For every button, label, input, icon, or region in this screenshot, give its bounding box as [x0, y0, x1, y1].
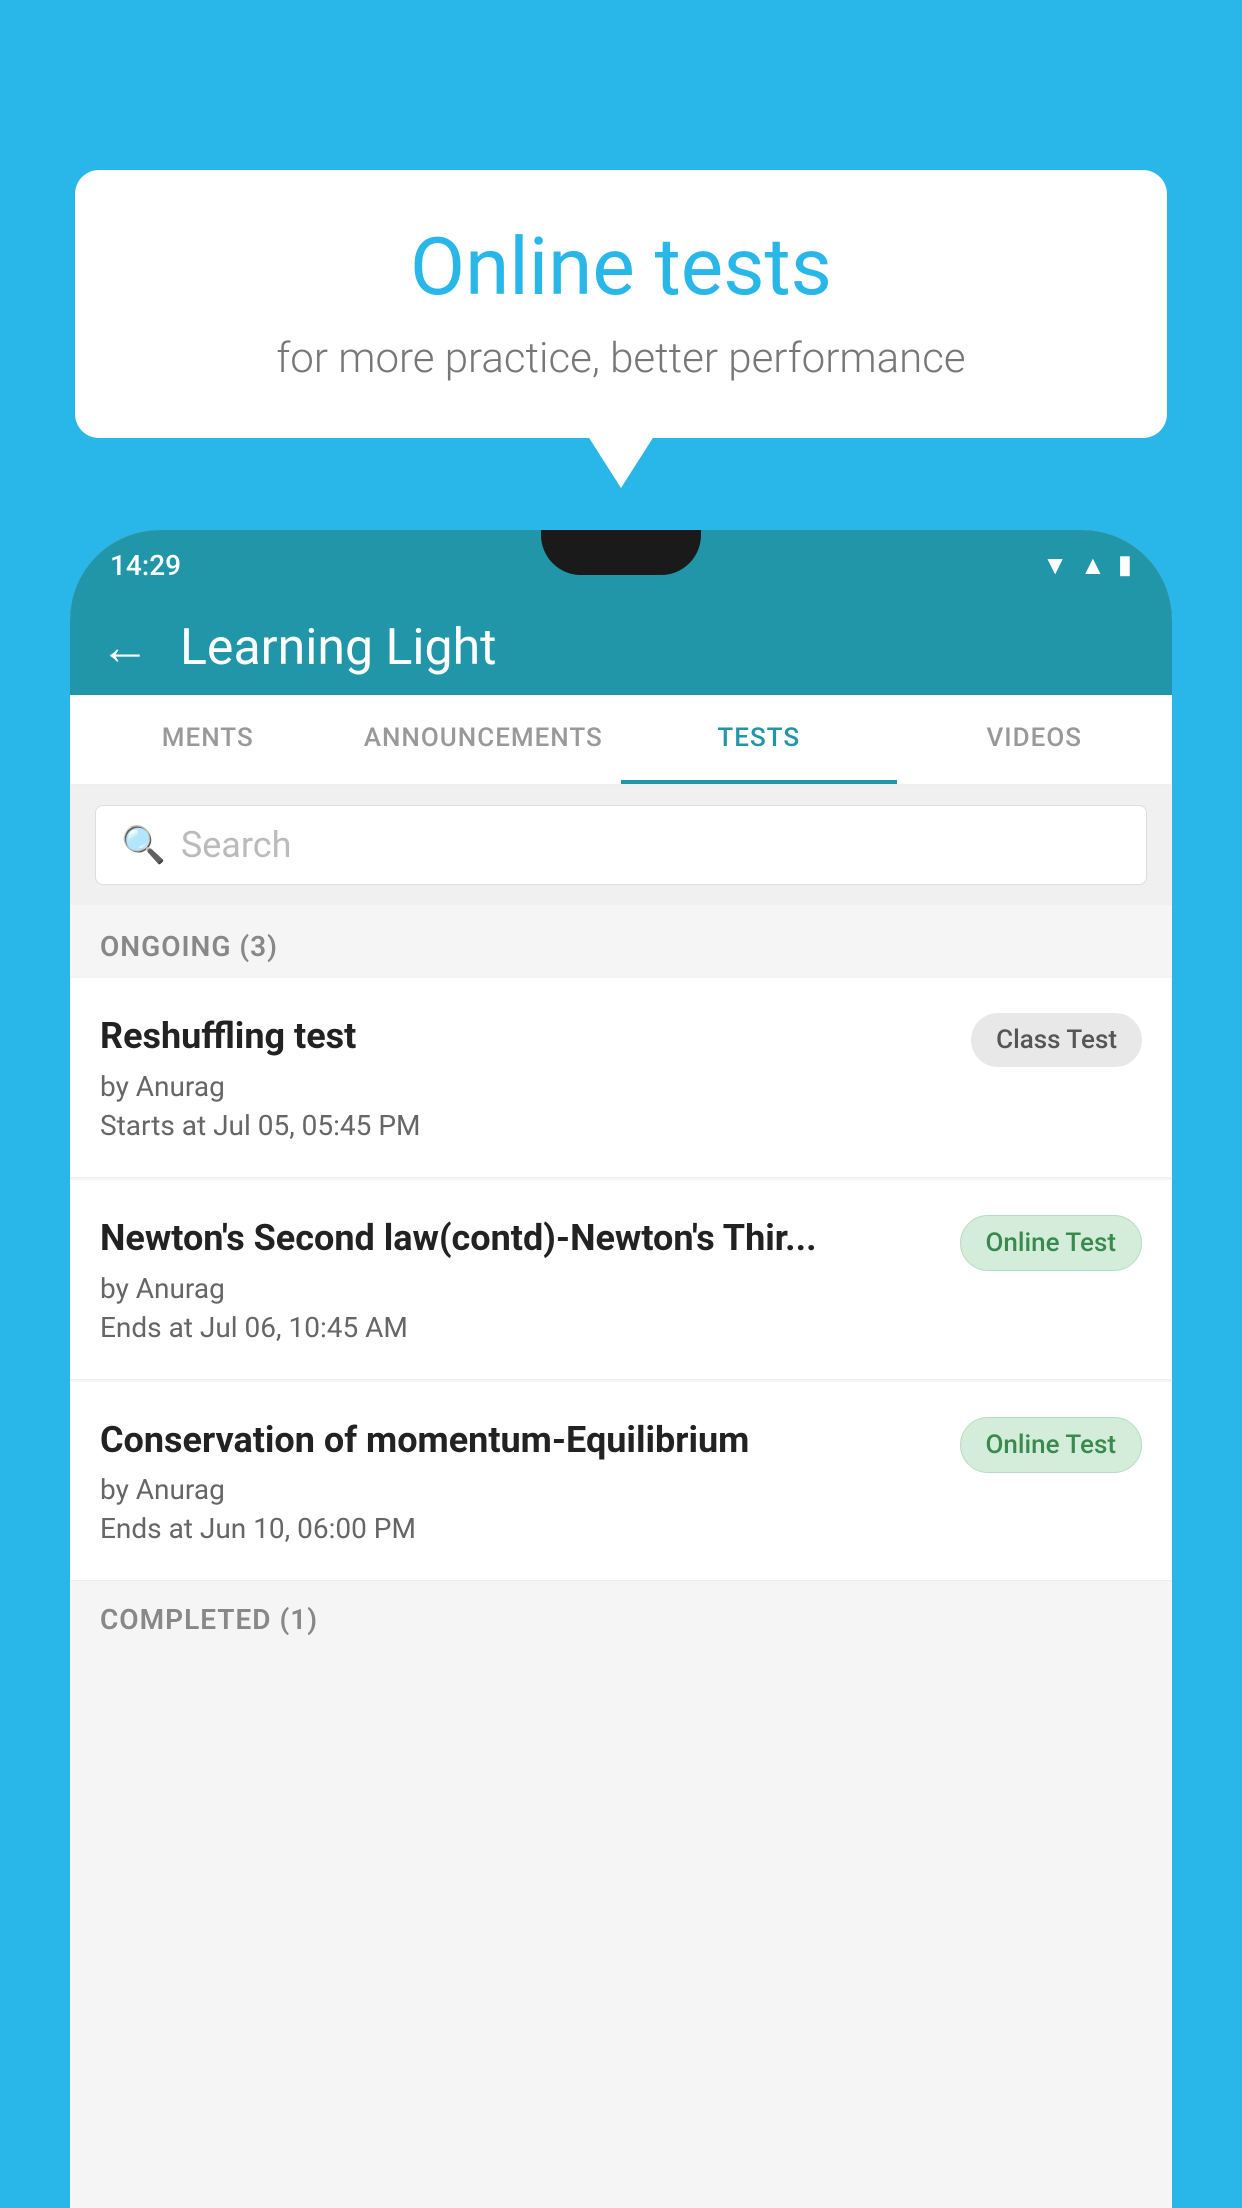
test-date-reshuffling: Starts at Jul 05, 05:45 PM — [100, 1109, 951, 1142]
test-name-reshuffling: Reshuffling test — [100, 1013, 951, 1060]
test-info-reshuffling: Reshuffling test by Anurag Starts at Jul… — [100, 1013, 971, 1142]
test-card-newtons[interactable]: Newton's Second law(contd)-Newton's Thir… — [70, 1180, 1172, 1380]
phone-wrapper: 14:29 ▼ ▲ ▮ ← Learning Light MENTS ANNOU… — [70, 530, 1172, 2208]
test-name-newtons: Newton's Second law(contd)-Newton's Thir… — [100, 1215, 940, 1262]
phone-device: 14:29 ▼ ▲ ▮ ← Learning Light MENTS ANNOU… — [70, 530, 1172, 2208]
test-info-conservation: Conservation of momentum-Equilibrium by … — [100, 1417, 960, 1546]
tab-tests[interactable]: TESTS — [621, 695, 897, 784]
ongoing-section-header: ONGOING (3) — [70, 905, 1172, 978]
status-time: 14:29 — [110, 549, 181, 582]
search-input-wrap[interactable]: 🔍 Search — [95, 805, 1147, 885]
test-date-conservation: Ends at Jun 10, 06:00 PM — [100, 1512, 940, 1545]
phone-screen: 14:29 ▼ ▲ ▮ ← Learning Light MENTS ANNOU… — [70, 530, 1172, 2208]
back-button[interactable]: ← — [100, 618, 150, 677]
app-header: ← Learning Light — [70, 600, 1172, 695]
tab-videos[interactable]: VIDEOS — [897, 695, 1173, 784]
tab-ments[interactable]: MENTS — [70, 695, 346, 784]
completed-label: COMPLETED (1) — [100, 1603, 318, 1636]
tabs-bar: MENTS ANNOUNCEMENTS TESTS VIDEOS — [70, 695, 1172, 785]
badge-class-test: Class Test — [971, 1013, 1142, 1067]
completed-section-header: COMPLETED (1) — [70, 1583, 1172, 1646]
wifi-icon: ▼ — [1042, 550, 1068, 581]
speech-bubble: Online tests for more practice, better p… — [75, 170, 1167, 438]
signal-icon: ▲ — [1080, 550, 1106, 581]
badge-online-test-1: Online Test — [960, 1215, 1143, 1271]
search-bar-container: 🔍 Search — [70, 785, 1172, 905]
bubble-subtitle: for more practice, better performance — [135, 334, 1107, 383]
bubble-title: Online tests — [135, 220, 1107, 314]
phone-notch — [541, 530, 701, 575]
test-by-conservation: by Anurag — [100, 1473, 940, 1506]
app-title: Learning Light — [180, 619, 497, 677]
tab-announcements[interactable]: ANNOUNCEMENTS — [346, 695, 622, 784]
badge-online-test-2: Online Test — [960, 1417, 1143, 1473]
status-bar: 14:29 ▼ ▲ ▮ — [70, 530, 1172, 600]
ongoing-label: ONGOING (3) — [100, 930, 278, 963]
test-card-reshuffling[interactable]: Reshuffling test by Anurag Starts at Jul… — [70, 978, 1172, 1178]
search-input[interactable]: Search — [181, 824, 292, 866]
test-by-newtons: by Anurag — [100, 1272, 940, 1305]
test-date-newtons: Ends at Jul 06, 10:45 AM — [100, 1311, 940, 1344]
test-info-newtons: Newton's Second law(contd)-Newton's Thir… — [100, 1215, 960, 1344]
test-name-conservation: Conservation of momentum-Equilibrium — [100, 1417, 940, 1464]
search-icon: 🔍 — [121, 824, 166, 866]
battery-icon: ▮ — [1118, 550, 1132, 580]
test-card-conservation[interactable]: Conservation of momentum-Equilibrium by … — [70, 1382, 1172, 1582]
status-icons: ▼ ▲ ▮ — [1042, 550, 1132, 581]
test-by-reshuffling: by Anurag — [100, 1070, 951, 1103]
